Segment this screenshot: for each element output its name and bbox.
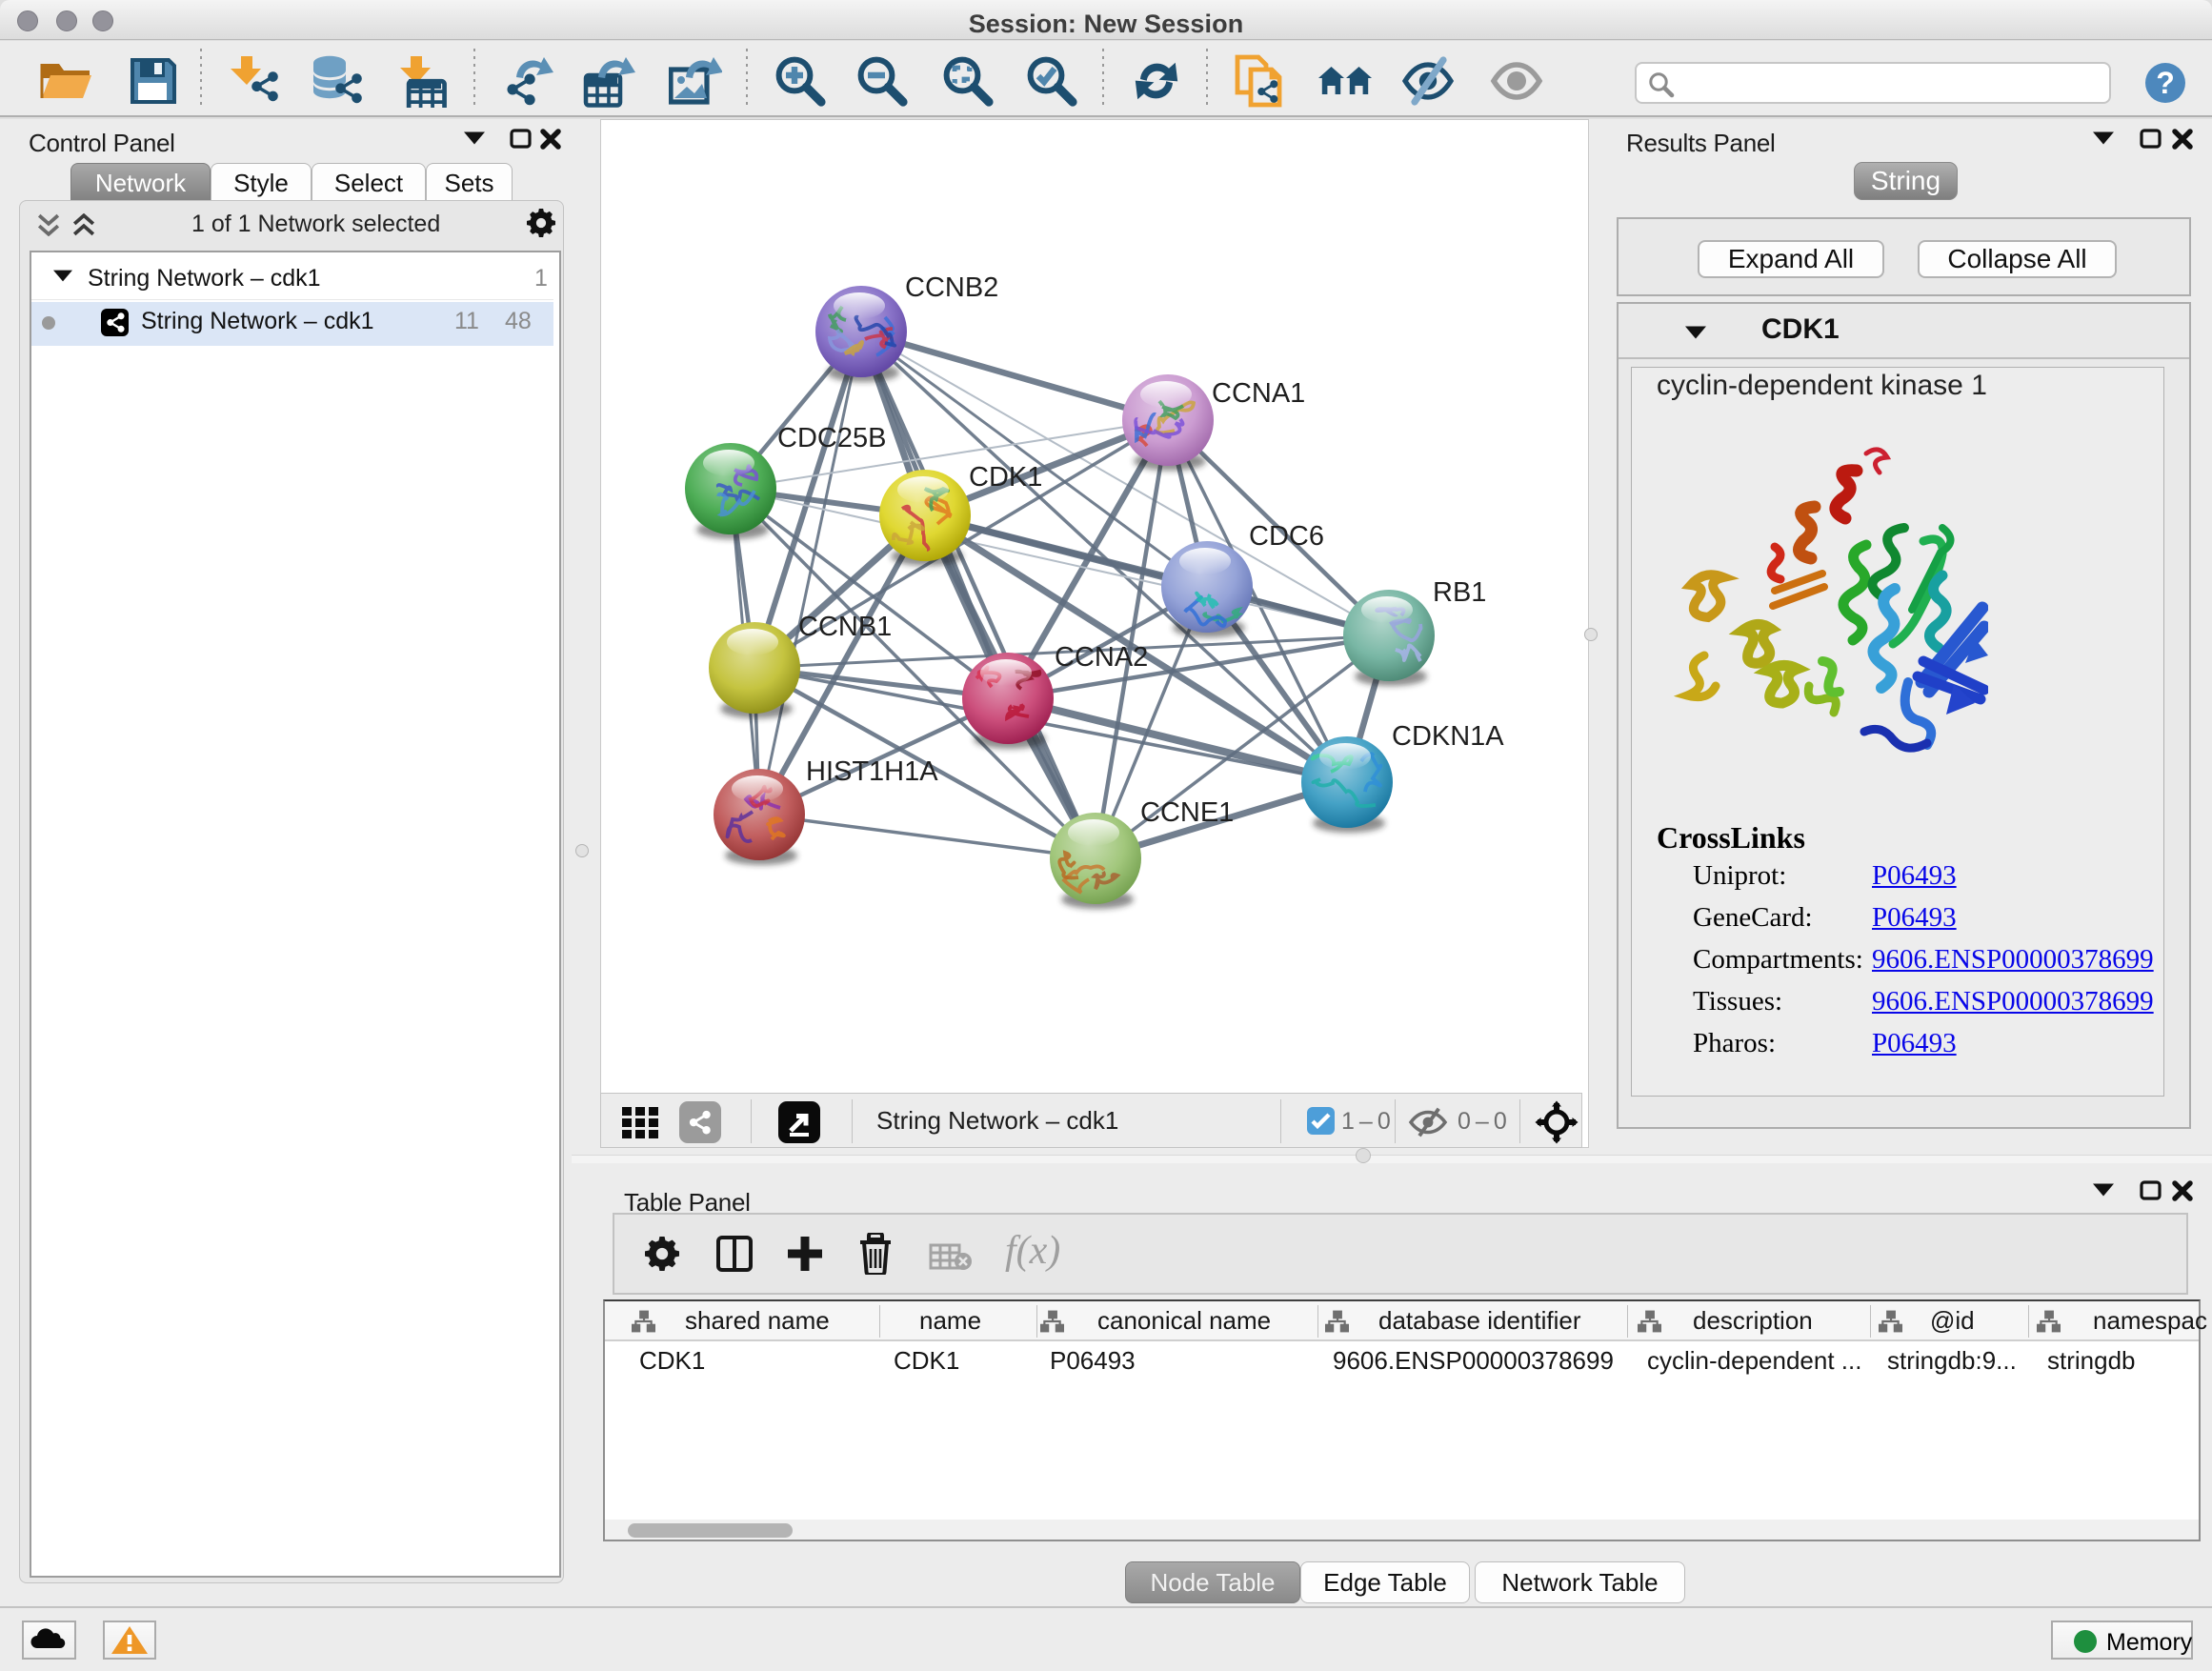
svg-text:CDC25B: CDC25B	[777, 423, 886, 453]
svg-text:?: ?	[2156, 66, 2175, 100]
svg-text:CCNB2: CCNB2	[905, 272, 998, 303]
svg-text:CCNA1: CCNA1	[1212, 378, 1305, 409]
svg-text:CCNA2: CCNA2	[1055, 642, 1148, 673]
svg-text:CDC6: CDC6	[1249, 521, 1324, 552]
svg-text:HIST1H1A: HIST1H1A	[806, 756, 938, 787]
svg-text:RB1: RB1	[1433, 577, 1486, 608]
svg-text:CDK1: CDK1	[969, 462, 1042, 493]
svg-text:CDKN1A: CDKN1A	[1392, 721, 1504, 752]
svg-text:CCNE1: CCNE1	[1140, 797, 1234, 828]
svg-text:CCNB1: CCNB1	[798, 612, 892, 642]
